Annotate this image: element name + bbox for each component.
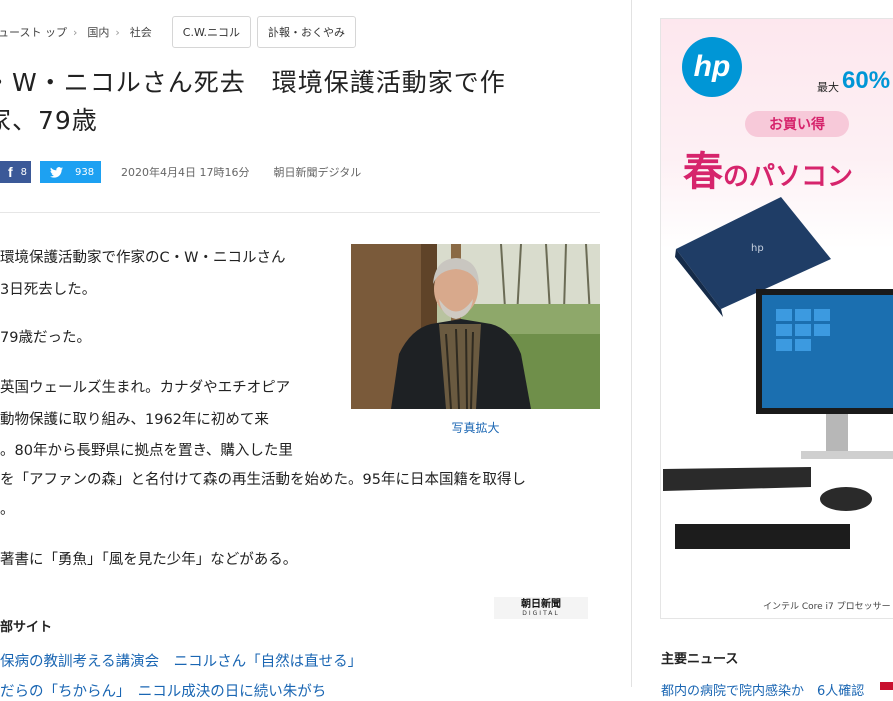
breadcrumb: ュースト ップ › 国内 › 社会 C.W.ニコル 訃報・おくやみ (0, 16, 357, 48)
body-line-8: 。 (0, 502, 15, 518)
column-divider (631, 0, 632, 687)
body-line-7: を「アファンの森」と名付けて森の再生活動を始めた。95年に日本国籍を取得し (0, 472, 526, 488)
body-line-4: 英国ウェールズ生まれ。カナダやエチオピア (0, 380, 291, 396)
svg-text:hp: hp (751, 243, 764, 254)
publish-date: 2020年4月4日 17時16分 (121, 166, 250, 179)
facebook-share-button[interactable]: f 8 (0, 161, 31, 183)
hp-logo: hp (682, 37, 742, 97)
article-headline: ・W・ニコルさん死去 環境保護活動家で作 家、79歳 (0, 64, 586, 140)
ad-pill: お買い得 (745, 111, 849, 137)
article-source: 朝日新聞デジタル (273, 166, 362, 179)
main-news-heading: 主要ニュース (661, 652, 739, 667)
article-photo[interactable] (351, 244, 600, 409)
portrait-photo (351, 244, 600, 409)
twitter-count: 938 (75, 166, 95, 178)
ad-footnote: インテル Core i7 プロセッサー (763, 602, 891, 612)
meta-divider (0, 212, 600, 213)
news-badge (880, 682, 893, 690)
headline-line-1: ・W・ニコルさん死去 環境保護活動家で作 (0, 68, 506, 97)
ad-discount: 60% (842, 67, 891, 94)
photo-enlarge-link[interactable]: 写真拡大 (351, 419, 600, 436)
body-line-5: 動物保護に取り組み、1962年に初めて来 (0, 412, 269, 428)
breadcrumb-news-top[interactable]: ュースト ップ (0, 24, 67, 40)
ad-discount-label: 最大 (817, 81, 839, 94)
body-line-3: 79歳だった。 (0, 330, 91, 346)
ad-products-image: hp (663, 197, 893, 549)
facebook-count: 8 (20, 166, 27, 178)
twitter-icon (50, 166, 63, 178)
chevron-right-icon: › (115, 25, 120, 39)
chevron-right-icon: › (72, 25, 78, 39)
tag-obituary[interactable]: 訃報・おくやみ (257, 16, 357, 48)
body-line-1: 環境保護活動家で作家のC・W・ニコルさん (0, 250, 286, 266)
article-meta: f 8 938 2020年4月4日 17時16分 朝日新聞デジタル (0, 160, 361, 184)
logo-subtext: DIGITAL (522, 610, 560, 617)
ad-headline-small: のパソコン (723, 162, 854, 192)
hp-advertisement[interactable]: hp 最大 60% お買い得 春のパソコン hp インテル Core i7 プロ… (660, 18, 893, 619)
related-sites-heading: 部サイト (0, 620, 53, 635)
body-line-9: 著書に「勇魚」「風を見た少年」などがある。 (0, 552, 298, 568)
headline-line-2: 家、79歳 (0, 106, 98, 135)
related-link[interactable]: だらの「ちからん」 ニコル成決の日に続い朱がち (0, 680, 326, 701)
twitter-share-button[interactable]: 938 (40, 161, 101, 183)
body-line-2: 3日死去した。 (0, 282, 97, 298)
logo-text: 朝日新聞 (521, 599, 561, 610)
asahi-digital-logo: 朝日新聞 DIGITAL (494, 597, 588, 619)
related-link[interactable]: 保病の教訓考える講演会 ニコルさん「自然は直せる」 (0, 650, 362, 671)
breadcrumb-domestic[interactable]: 国内 (87, 24, 109, 40)
main-news-item[interactable]: 都内の病院で院内感染か 6人確認 (661, 680, 864, 699)
breadcrumb-society[interactable]: 社会 (130, 24, 152, 40)
tag-cw-nicol[interactable]: C.W.ニコル (171, 16, 252, 48)
body-line-6: 。80年から長野県に拠点を置き、購入した里 (0, 443, 293, 459)
facebook-icon: f (7, 164, 13, 180)
